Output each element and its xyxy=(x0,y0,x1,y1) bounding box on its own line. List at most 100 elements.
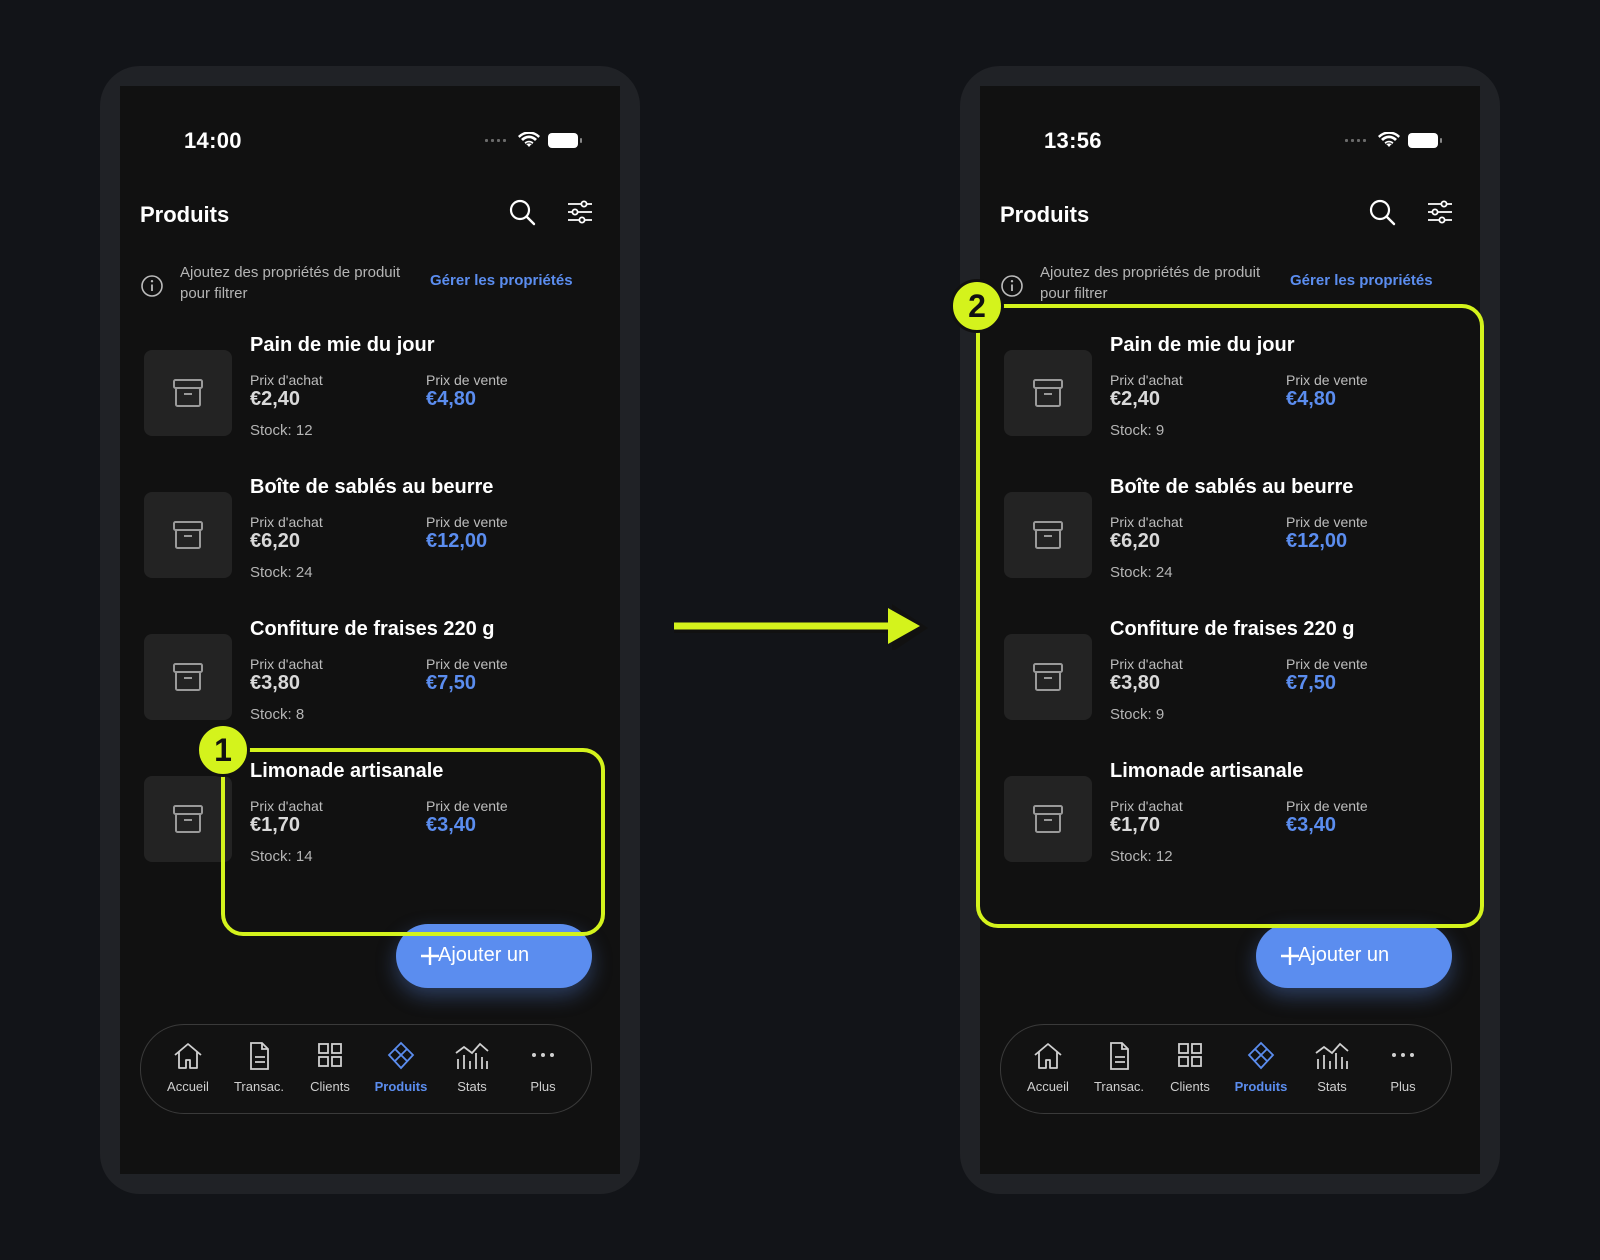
sell-price-label: Prix de vente xyxy=(426,656,508,672)
nav-label: Stats xyxy=(457,1079,487,1094)
bottom-nav: Accueil Transac. Clients Produits Stats … xyxy=(1000,1024,1452,1114)
buy-price-label: Prix d'achat xyxy=(250,514,323,530)
product-name: Confiture de fraises 220 g xyxy=(250,618,495,640)
status-time: 13:56 xyxy=(1044,128,1102,153)
grid-icon xyxy=(318,1043,342,1067)
nav-item-stats[interactable]: Stats xyxy=(1296,1041,1368,1101)
nav-label: Produits xyxy=(374,1079,428,1094)
info-text: Ajoutez des propriétés de produit pour f… xyxy=(180,264,401,302)
buy-price-label: Prix d'achat xyxy=(250,372,323,388)
battery-icon xyxy=(1408,132,1442,148)
nav-label: Plus xyxy=(1390,1079,1416,1094)
product-card[interactable]: Confiture de fraises 220 g Prix d'achat … xyxy=(144,618,604,738)
archive-box-icon xyxy=(173,379,203,407)
phone-screen: 14:00 Produits Ajoutez des propriétés de… xyxy=(120,86,620,1174)
search-icon[interactable] xyxy=(508,198,536,226)
stock-count: Stock: 8 xyxy=(250,706,305,723)
buy-price-value: €6,20 xyxy=(250,530,301,552)
stock-count: Stock: 24 xyxy=(250,564,313,581)
document-icon xyxy=(250,1042,269,1070)
step-badge-1: 1 xyxy=(196,723,250,777)
cube-icon xyxy=(387,1041,415,1070)
nav-item-home[interactable]: Accueil xyxy=(1012,1041,1084,1101)
nav-item-clients[interactable]: Clients xyxy=(1154,1041,1226,1101)
nav-label: Transac. xyxy=(233,1079,285,1094)
home-icon xyxy=(174,1043,202,1069)
signal-icon xyxy=(1345,138,1366,142)
cube-icon xyxy=(1247,1041,1275,1070)
nav-item-clients[interactable]: Clients xyxy=(294,1041,366,1101)
nav-label: Produits xyxy=(1234,1079,1288,1094)
product-card[interactable]: Pain de mie du jour Prix d'achat €2,40 P… xyxy=(144,334,604,454)
info-banner: Ajoutez des propriétés de produit pour f… xyxy=(140,262,600,312)
nav-label: Transac. xyxy=(1093,1079,1145,1094)
nav-item-home[interactable]: Accueil xyxy=(152,1041,224,1101)
nav-item-stats[interactable]: Stats xyxy=(436,1041,508,1101)
product-thumbnail xyxy=(144,350,232,436)
page-title: Produits xyxy=(140,202,230,227)
nav-item-transactions[interactable]: Transac. xyxy=(223,1041,295,1101)
product-thumbnail xyxy=(144,492,232,578)
filter-icon[interactable] xyxy=(1426,198,1454,226)
phone-frame-before: 14:00 Produits Ajoutez des propriétés de… xyxy=(100,66,640,1194)
bottom-nav: Accueil Transac. Clients Produits Stats … xyxy=(140,1024,592,1114)
status-icons xyxy=(1345,132,1442,148)
sell-price-value: €12,00 xyxy=(426,530,488,552)
buy-price-value: €2,40 xyxy=(250,388,301,410)
info-text: Ajoutez des propriétés de produit pour f… xyxy=(1040,264,1261,302)
archive-box-icon xyxy=(173,663,203,691)
info-icon xyxy=(141,275,163,297)
chart-icon xyxy=(1315,1042,1349,1069)
signal-icon xyxy=(485,138,506,142)
nav-item-products[interactable]: Produits xyxy=(1225,1041,1297,1101)
nav-label: Accueil xyxy=(167,1079,209,1094)
grid-icon xyxy=(1178,1043,1202,1067)
stock-count: Stock: 12 xyxy=(250,422,313,439)
more-icon xyxy=(532,1053,554,1057)
nav-item-more[interactable]: Plus xyxy=(1367,1041,1439,1101)
sell-price-label: Prix de vente xyxy=(426,514,508,530)
wifi-icon xyxy=(1378,132,1400,147)
wifi-icon xyxy=(518,132,540,147)
highlight-box-2 xyxy=(976,304,1484,928)
manage-properties-link[interactable]: Gérer les propriétés xyxy=(430,272,573,289)
product-thumbnail xyxy=(144,634,232,720)
status-icons xyxy=(485,132,582,148)
chart-icon xyxy=(455,1042,489,1069)
add-product-button[interactable]: Ajouter un xyxy=(1256,924,1452,988)
nav-label: Clients xyxy=(1170,1079,1210,1094)
nav-label: Accueil xyxy=(1027,1079,1069,1094)
nav-label: Clients xyxy=(310,1079,350,1094)
sell-price-value: €7,50 xyxy=(426,672,477,694)
nav-item-more[interactable]: Plus xyxy=(507,1041,579,1101)
archive-box-icon xyxy=(173,805,203,833)
buy-price-label: Prix d'achat xyxy=(250,656,323,672)
product-name: Boîte de sablés au beurre xyxy=(250,476,494,498)
nav-label: Stats xyxy=(1317,1079,1347,1094)
buy-price-value: €3,80 xyxy=(250,672,301,694)
filter-icon[interactable] xyxy=(566,198,594,226)
page-title: Produits xyxy=(1000,202,1090,227)
transition-arrow-icon xyxy=(674,604,928,650)
home-icon xyxy=(1034,1043,1062,1069)
add-button-label: Ajouter un xyxy=(438,944,530,966)
info-icon xyxy=(1001,275,1023,297)
search-icon[interactable] xyxy=(1368,198,1396,226)
nav-label: Plus xyxy=(530,1079,556,1094)
product-name: Pain de mie du jour xyxy=(250,334,435,356)
highlight-box-1 xyxy=(221,748,605,936)
product-thumbnail xyxy=(144,776,232,862)
step-badge-2: 2 xyxy=(950,279,1004,333)
more-icon xyxy=(1392,1053,1414,1057)
product-card[interactable]: Boîte de sablés au beurre Prix d'achat €… xyxy=(144,476,604,596)
archive-box-icon xyxy=(173,521,203,549)
sell-price-label: Prix de vente xyxy=(426,372,508,388)
battery-icon xyxy=(548,132,582,148)
status-time: 14:00 xyxy=(184,128,242,153)
add-button-label: Ajouter un xyxy=(1298,944,1390,966)
sell-price-value: €4,80 xyxy=(426,388,477,410)
nav-item-products[interactable]: Produits xyxy=(365,1041,437,1101)
nav-item-transactions[interactable]: Transac. xyxy=(1083,1041,1155,1101)
manage-properties-link[interactable]: Gérer les propriétés xyxy=(1290,272,1433,289)
document-icon xyxy=(1110,1042,1129,1070)
